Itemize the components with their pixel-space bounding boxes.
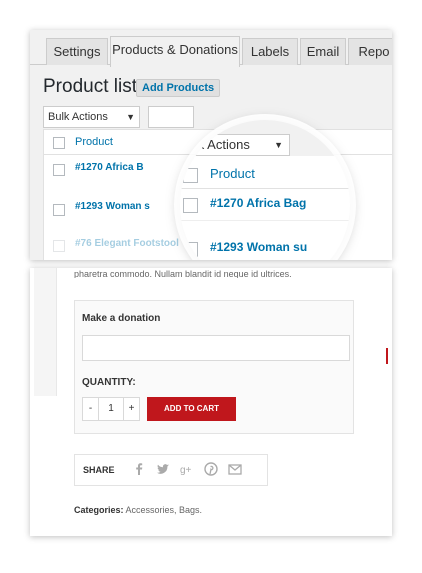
zoom-column-header-product[interactable]: Product xyxy=(210,166,255,181)
add-products-button[interactable]: Add Products xyxy=(136,79,221,97)
dropdown-arrow-icon: ▼ xyxy=(126,112,135,122)
donation-box: Make a donation QUANTITY: - 1 + ADD TO C… xyxy=(74,300,354,434)
zoom-bulk-actions-select[interactable]: Bulk Actions ▼ xyxy=(180,134,290,156)
zoom-row-checkbox[interactable] xyxy=(183,242,198,257)
svg-text:g+: g+ xyxy=(180,465,192,476)
google-plus-icon[interactable]: g+ xyxy=(179,461,195,477)
donation-amount-input[interactable] xyxy=(82,335,350,361)
quantity-input[interactable]: 1 xyxy=(98,397,124,421)
twitter-icon[interactable] xyxy=(155,461,171,477)
share-label: SHARE xyxy=(83,465,115,475)
bulk-actions-value: Bulk Actions xyxy=(48,111,108,123)
zoom-row-divider xyxy=(180,220,350,221)
left-sidebar-strip xyxy=(34,268,57,396)
tab-settings[interactable]: Settings xyxy=(46,38,108,65)
zoom-product-link[interactable]: #1270 Africa Bag xyxy=(210,196,306,210)
make-donation-label: Make a donation xyxy=(82,313,161,324)
tab-reports[interactable]: Repo xyxy=(348,38,392,65)
product-link[interactable]: #1270 Africa B xyxy=(75,162,144,173)
row-checkbox[interactable] xyxy=(53,240,65,252)
product-page-panel: pharetra commodo. Nullam blandit id nequ… xyxy=(30,268,392,536)
tab-email[interactable]: Email xyxy=(300,38,346,65)
product-link[interactable]: #76 Elegant Footstool xyxy=(75,238,179,249)
share-bar: SHARE g+ xyxy=(74,454,268,486)
categories-label: Categories: xyxy=(74,505,124,515)
zoom-table-header xyxy=(180,158,350,189)
pinterest-icon[interactable] xyxy=(203,461,219,477)
dropdown-arrow-icon: ▼ xyxy=(274,140,283,150)
zoom-bulk-actions-value: Bulk Actions xyxy=(180,137,250,152)
email-icon[interactable] xyxy=(227,461,243,477)
add-to-cart-button[interactable]: ADD TO CART xyxy=(147,397,236,421)
zoom-select-all-checkbox[interactable] xyxy=(183,168,198,183)
quantity-minus-button[interactable]: - xyxy=(82,397,99,421)
tab-products-donations[interactable]: Products & Donations xyxy=(110,36,240,67)
column-header-product[interactable]: Product xyxy=(75,136,113,148)
admin-panel: Settings Products & Donations Labels Ema… xyxy=(30,30,392,260)
select-all-checkbox[interactable] xyxy=(53,137,65,149)
bulk-actions-select[interactable]: Bulk Actions ▼ xyxy=(43,106,140,128)
categories-value[interactable]: Accessories, Bags. xyxy=(124,505,203,515)
zoom-product-link[interactable]: #1293 Woman su xyxy=(210,240,307,254)
categories-line: Categories: Accessories, Bags. xyxy=(74,505,202,515)
product-link[interactable]: #1293 Woman s xyxy=(75,201,150,212)
quantity-plus-button[interactable]: + xyxy=(123,397,140,421)
quantity-label: QUANTITY: xyxy=(82,377,136,388)
scroll-indicator xyxy=(386,348,388,364)
magnifier-lens: Bulk Actions ▼ Product #1270 Africa Bag … xyxy=(180,120,350,260)
facebook-icon[interactable] xyxy=(131,461,147,477)
description-text: pharetra commodo. Nullam blandit id nequ… xyxy=(74,269,292,278)
page-title: Product list xyxy=(43,76,137,97)
row-checkbox[interactable] xyxy=(53,164,65,176)
row-checkbox[interactable] xyxy=(53,204,65,216)
tab-labels[interactable]: Labels xyxy=(242,38,298,65)
zoom-row-checkbox[interactable] xyxy=(183,198,198,213)
